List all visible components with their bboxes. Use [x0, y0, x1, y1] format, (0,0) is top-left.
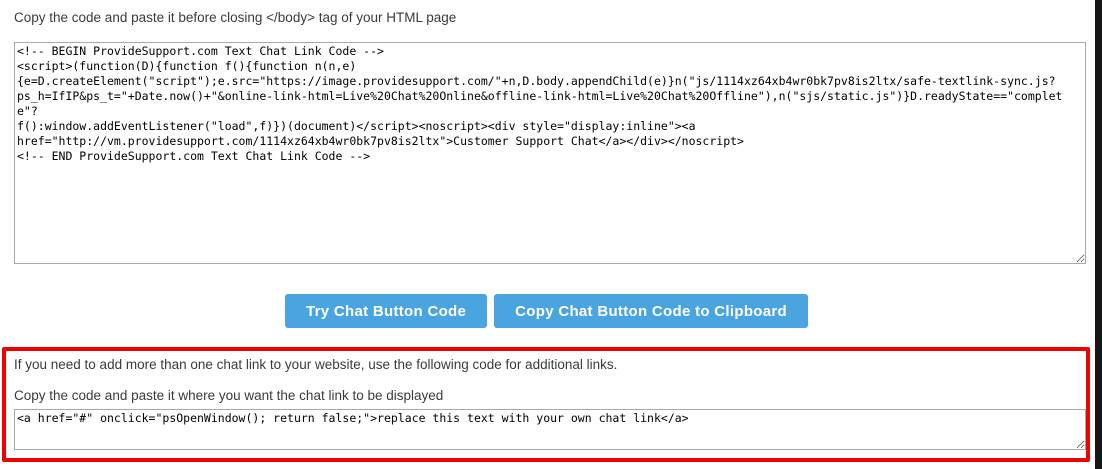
window-edge-strip	[1095, 0, 1102, 469]
paste-location-instruction: Copy the code and paste it where you wan…	[14, 387, 443, 405]
try-chat-button-code-button[interactable]: Try Chat Button Code	[285, 294, 487, 328]
chat-link-code-page: Copy the code and paste it before closin…	[0, 0, 1102, 469]
additional-links-section: If you need to add more than one chat li…	[2, 347, 1090, 462]
chat-link-code-textarea[interactable]: <!-- BEGIN ProvideSupport.com Text Chat …	[14, 42, 1086, 264]
additional-links-instruction: If you need to add more than one chat li…	[14, 356, 617, 374]
button-row: Try Chat Button Code Copy Chat Button Co…	[0, 294, 1093, 328]
main-code-instruction: Copy the code and paste it before closin…	[14, 9, 456, 27]
copy-chat-button-code-to-clipboard-button[interactable]: Copy Chat Button Code to Clipboard	[494, 294, 808, 328]
additional-chat-link-code-textarea[interactable]: <a href="#" onclick="psOpenWindow(); ret…	[14, 409, 1086, 450]
